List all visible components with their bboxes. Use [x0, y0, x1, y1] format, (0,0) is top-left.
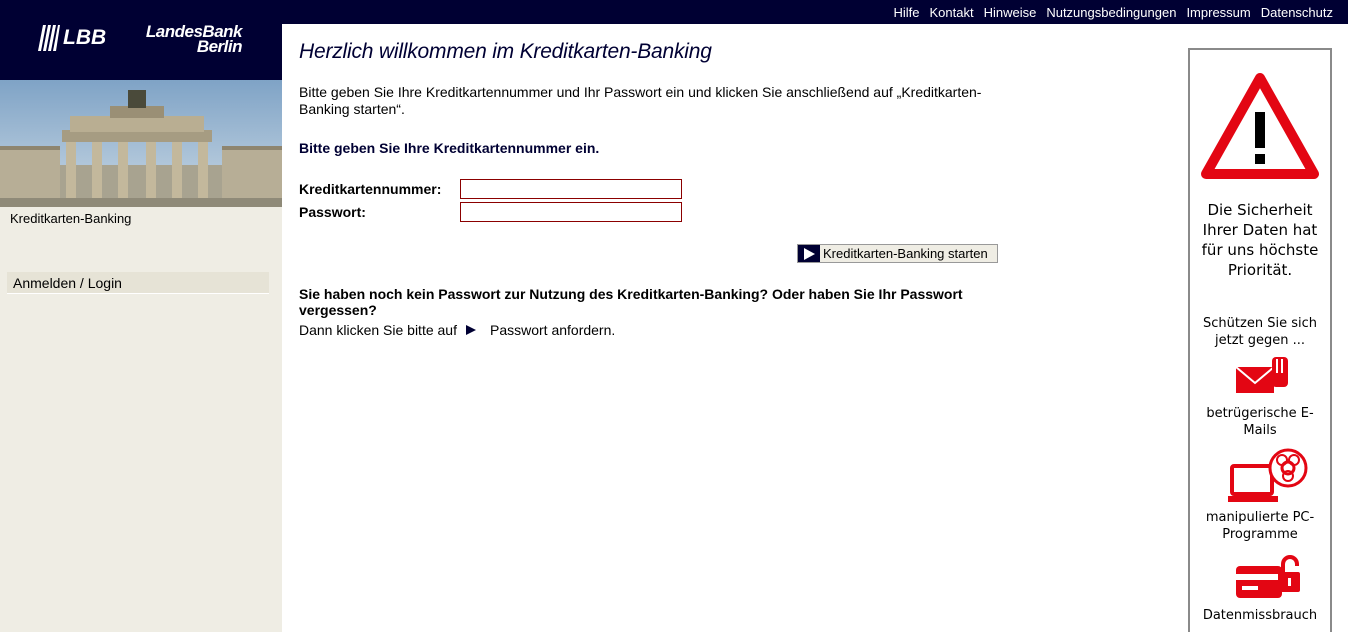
link-kontakt[interactable]: Kontakt — [929, 5, 973, 20]
page: LBB LandesBank Berlin Kreditkarten-Banki… — [0, 0, 1348, 632]
logo-stripes-icon — [38, 25, 60, 51]
password-request-line: Dann klicken Sie bitte auf Passwort anfo… — [299, 322, 615, 338]
arrow-right-icon — [798, 245, 820, 262]
link-hilfe[interactable]: Hilfe — [893, 5, 919, 20]
section-label: Kreditkarten-Banking — [10, 211, 132, 226]
link-hinweise[interactable]: Hinweise — [984, 5, 1037, 20]
banner-subline: Schützen Sie sich jetzt gegen ... — [1203, 316, 1317, 348]
request-password-link[interactable]: Passwort anfordern. — [490, 322, 615, 338]
data-misuse-icon — [1236, 555, 1300, 598]
lbb-logo[interactable]: LBB — [38, 25, 106, 51]
banner-item-pc: manipulierte PC-Programme — [1205, 510, 1315, 542]
link-datenschutz[interactable]: Datenschutz — [1261, 5, 1333, 20]
logo-text: LBB — [63, 26, 107, 49]
link-impressum[interactable]: Impressum — [1186, 5, 1250, 20]
phishing-mail-icon — [1235, 357, 1288, 393]
start-banking-button[interactable]: Kreditkarten-Banking starten — [797, 244, 998, 263]
password-label: Passwort: — [299, 204, 366, 220]
malware-pc-icon — [1228, 448, 1308, 502]
main-content: Herzlich willkommen im Kreditkarten-Bank… — [299, 40, 999, 338]
sidebar: LBB LandesBank Berlin Kreditkarten-Banki… — [0, 0, 282, 632]
warning-triangle-icon — [1201, 73, 1319, 179]
intro-text: Bitte geben Sie Ihre Kreditkartennummer … — [299, 84, 982, 117]
page-title: Herzlich willkommen im Kreditkarten-Bank… — [299, 40, 712, 63]
arrow-right-icon — [465, 325, 476, 335]
top-bar: Hilfe Kontakt Hinweise Nutzungsbedingung… — [282, 0, 1348, 24]
card-number-input[interactable] — [460, 179, 682, 199]
password-question: Sie haben noch kein Passwort zur Nutzung… — [299, 286, 963, 318]
card-number-label: Kreditkartennummer: — [299, 181, 442, 197]
logo-area: LBB LandesBank Berlin — [0, 0, 282, 80]
nav-item-login[interactable]: Anmelden / Login — [7, 272, 269, 294]
card-row: Kreditkartennummer: — [299, 179, 682, 199]
bank-name-line2: Berlin — [196, 37, 243, 56]
banner-item-emails: betrügerische E-Mails — [1206, 406, 1314, 438]
password-input[interactable] — [460, 202, 682, 222]
security-banner[interactable]: Die Sicherheit Ihrer Daten hat für uns h… — [1188, 48, 1332, 632]
password-row: Passwort: — [299, 202, 682, 222]
banner-item-datenmissbrauch: Datenmissbrauch — [1202, 608, 1318, 623]
password-prompt: Dann klicken Sie bitte auf — [299, 322, 457, 338]
top-links: Hilfe Kontakt Hinweise Nutzungsbedingung… — [893, 5, 1333, 20]
banner-headline: Die Sicherheit Ihrer Daten hat für uns h… — [1201, 201, 1319, 279]
link-nutzungsbedingungen[interactable]: Nutzungsbedingungen — [1046, 5, 1176, 20]
bank-name: LandesBank Berlin — [140, 23, 243, 56]
form-subheading: Bitte geben Sie Ihre Kreditkartennummer … — [299, 140, 600, 156]
start-banking-label: Kreditkarten-Banking starten — [823, 246, 988, 261]
brandenburg-gate-image — [0, 80, 282, 207]
